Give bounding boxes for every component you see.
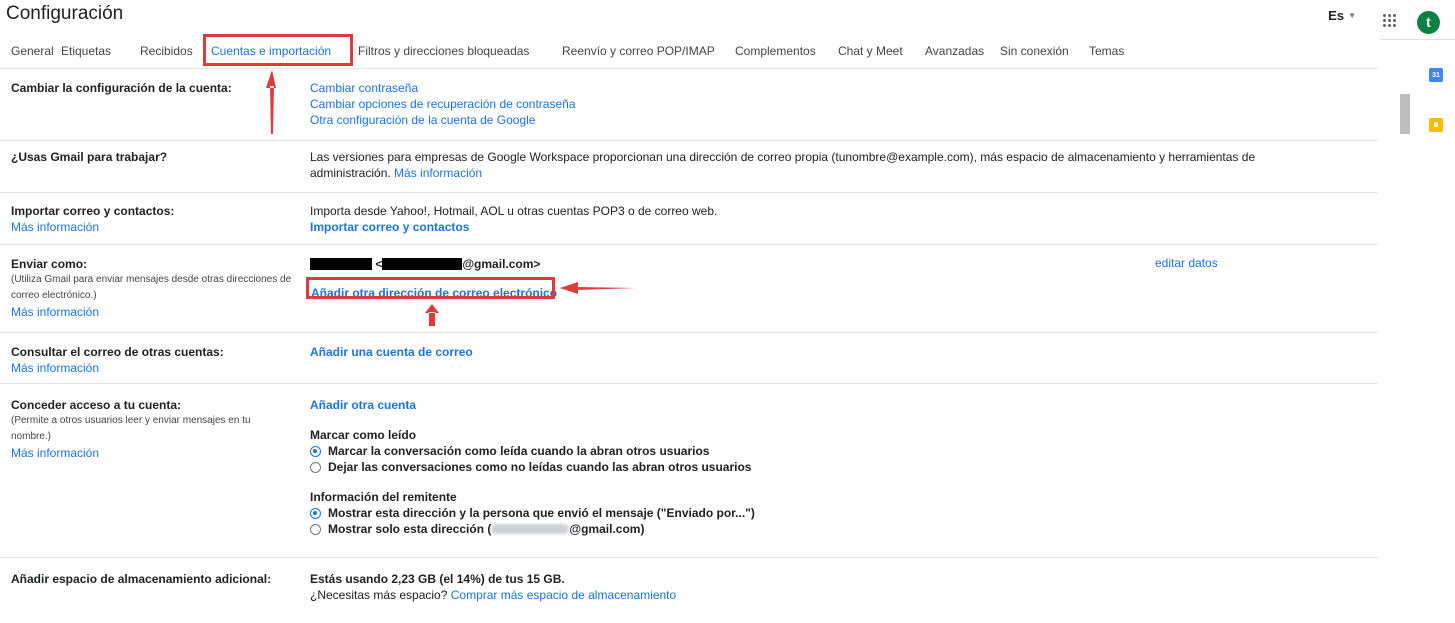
right-side-panel (1378, 0, 1455, 623)
blurred-email (491, 524, 570, 534)
tab-complementos[interactable]: Complementos (735, 44, 816, 58)
import-text: Importa desde Yahoo!, Hotmail, AOL u otr… (310, 204, 718, 218)
tab-avanzadas[interactable]: Avanzadas (925, 44, 984, 58)
radio-unchecked-icon[interactable] (310, 523, 321, 535)
mark-read-option-2[interactable]: Dejar las conversaciones como no leídas … (310, 459, 1330, 475)
edit-info-link[interactable]: editar datos (1155, 256, 1218, 270)
workspace-label: ¿Usas Gmail para trabajar? (11, 150, 168, 164)
tab-general[interactable]: General (11, 44, 54, 58)
storage-question: ¿Necesitas más espacio? (310, 588, 448, 602)
mark-read-option-2-label: Dejar las conversaciones como no leídas … (328, 460, 752, 474)
storage-usage: Estás usando 2,23 GB (el 14%) de tus 15 … (310, 572, 565, 586)
sender-option-2-suffix: @gmail.com) (569, 522, 645, 536)
row-import: Importar correo y contactos: Más informa… (0, 193, 1378, 245)
account-settings-label: Cambiar la configuración de la cuenta: (11, 81, 232, 95)
workspace-learn-more-link[interactable]: Más información (394, 166, 482, 180)
row-send-as: Enviar como: (Utiliza Gmail para enviar … (0, 245, 1378, 333)
language-label: Es (1328, 8, 1345, 23)
sender-option-2[interactable]: Mostrar solo esta dirección ( @gmail.com) (310, 521, 1330, 537)
settings-header: Configuración Es ▼ (0, 0, 1378, 34)
grant-access-note: (Permite a otros usuarios leer y enviar … (11, 415, 251, 442)
scrollbar-thumb[interactable] (1400, 94, 1410, 134)
buy-storage-link[interactable]: Comprar más espacio de almacenamiento (451, 588, 676, 602)
tab-filtros[interactable]: Filtros y direcciones bloqueadas (358, 44, 529, 58)
google-account-settings-link[interactable]: Otra configuración de la cuenta de Googl… (310, 112, 1330, 128)
redacted-email (382, 258, 463, 270)
send-as-learn-more-link[interactable]: Más información (11, 304, 301, 320)
sender-option-1-label: Mostrar esta dirección y la persona que … (328, 506, 755, 520)
keep-icon[interactable] (1429, 118, 1443, 132)
row-account-settings: Cambiar la configuración de la cuenta: C… (0, 69, 1378, 141)
radio-checked-icon[interactable] (310, 445, 321, 457)
tab-chat-y-meet[interactable]: Chat y Meet (838, 44, 903, 58)
page-title: Configuración (6, 3, 124, 24)
change-recovery-link[interactable]: Cambiar opciones de recuperación de cont… (310, 96, 1330, 112)
send-as-label: Enviar como: (11, 257, 88, 271)
row-workspace: ¿Usas Gmail para trabajar? Las versiones… (0, 141, 1378, 193)
sender-info-title: Información del remitente (310, 490, 457, 504)
mark-read-title: Marcar como leído (310, 428, 417, 442)
add-mail-account-link[interactable]: Añadir una cuenta de correo (310, 344, 1330, 360)
tab-recibidos[interactable]: Recibidos (140, 44, 193, 58)
grant-access-label: Conceder acceso a tu cuenta: (11, 398, 182, 412)
mark-read-option-1[interactable]: Marcar la conversación como leída cuando… (310, 443, 1330, 459)
google-apps-icon[interactable] (1383, 14, 1399, 30)
sender-option-1[interactable]: Mostrar esta dirección y la persona que … (310, 505, 1330, 521)
send-as-address-lt: < (375, 257, 383, 271)
caret-down-icon: ▼ (1348, 11, 1356, 20)
calendar-icon[interactable]: 31 (1429, 68, 1443, 82)
radio-checked-icon[interactable] (310, 507, 321, 519)
send-as-address-suffix: @gmail.com> (462, 257, 541, 271)
add-another-account-link[interactable]: Añadir otra cuenta (310, 397, 1330, 413)
avatar[interactable]: t (1417, 11, 1440, 34)
import-label: Importar correo y contactos: (11, 204, 175, 218)
mark-read-option-1-label: Marcar la conversación como leída cuando… (328, 444, 710, 458)
language-selector[interactable]: Es ▼ (1328, 8, 1356, 23)
check-mail-learn-more-link[interactable]: Más información (11, 360, 301, 376)
change-password-link[interactable]: Cambiar contraseña (310, 80, 1330, 96)
tab-temas[interactable]: Temas (1089, 44, 1124, 58)
tab-sin-conexion[interactable]: Sin conexión (1000, 44, 1069, 58)
tab-etiquetas[interactable]: Etiquetas (61, 44, 111, 58)
rail-divider (1380, 39, 1455, 40)
import-learn-more-link[interactable]: Más información (11, 219, 301, 235)
redacted-name (310, 258, 372, 270)
storage-label: Añadir espacio de almacenamiento adicion… (11, 572, 272, 586)
tab-highlight-box (203, 34, 353, 66)
grant-access-learn-more-link[interactable]: Más información (11, 445, 291, 461)
import-mail-contacts-link[interactable]: Importar correo y contactos (310, 219, 1330, 235)
row-grant-access: Conceder acceso a tu cuenta: (Permite a … (0, 384, 1378, 558)
check-mail-label: Consultar el correo de otras cuentas: (11, 345, 224, 359)
settings-page: Configuración Es ▼ General Etiquetas Reci… (0, 0, 1378, 623)
row-storage: Añadir espacio de almacenamiento adicion… (0, 558, 1378, 618)
radio-unchecked-icon[interactable] (310, 461, 321, 473)
add-address-highlight-box (306, 277, 555, 299)
row-check-mail: Consultar el correo de otras cuentas: Má… (0, 333, 1378, 384)
send-as-note: (Utiliza Gmail para enviar mensajes desd… (11, 274, 292, 301)
sender-option-2-prefix: Mostrar solo esta dirección ( (328, 522, 492, 536)
tab-reenvio[interactable]: Reenvío y correo POP/IMAP (562, 44, 715, 58)
